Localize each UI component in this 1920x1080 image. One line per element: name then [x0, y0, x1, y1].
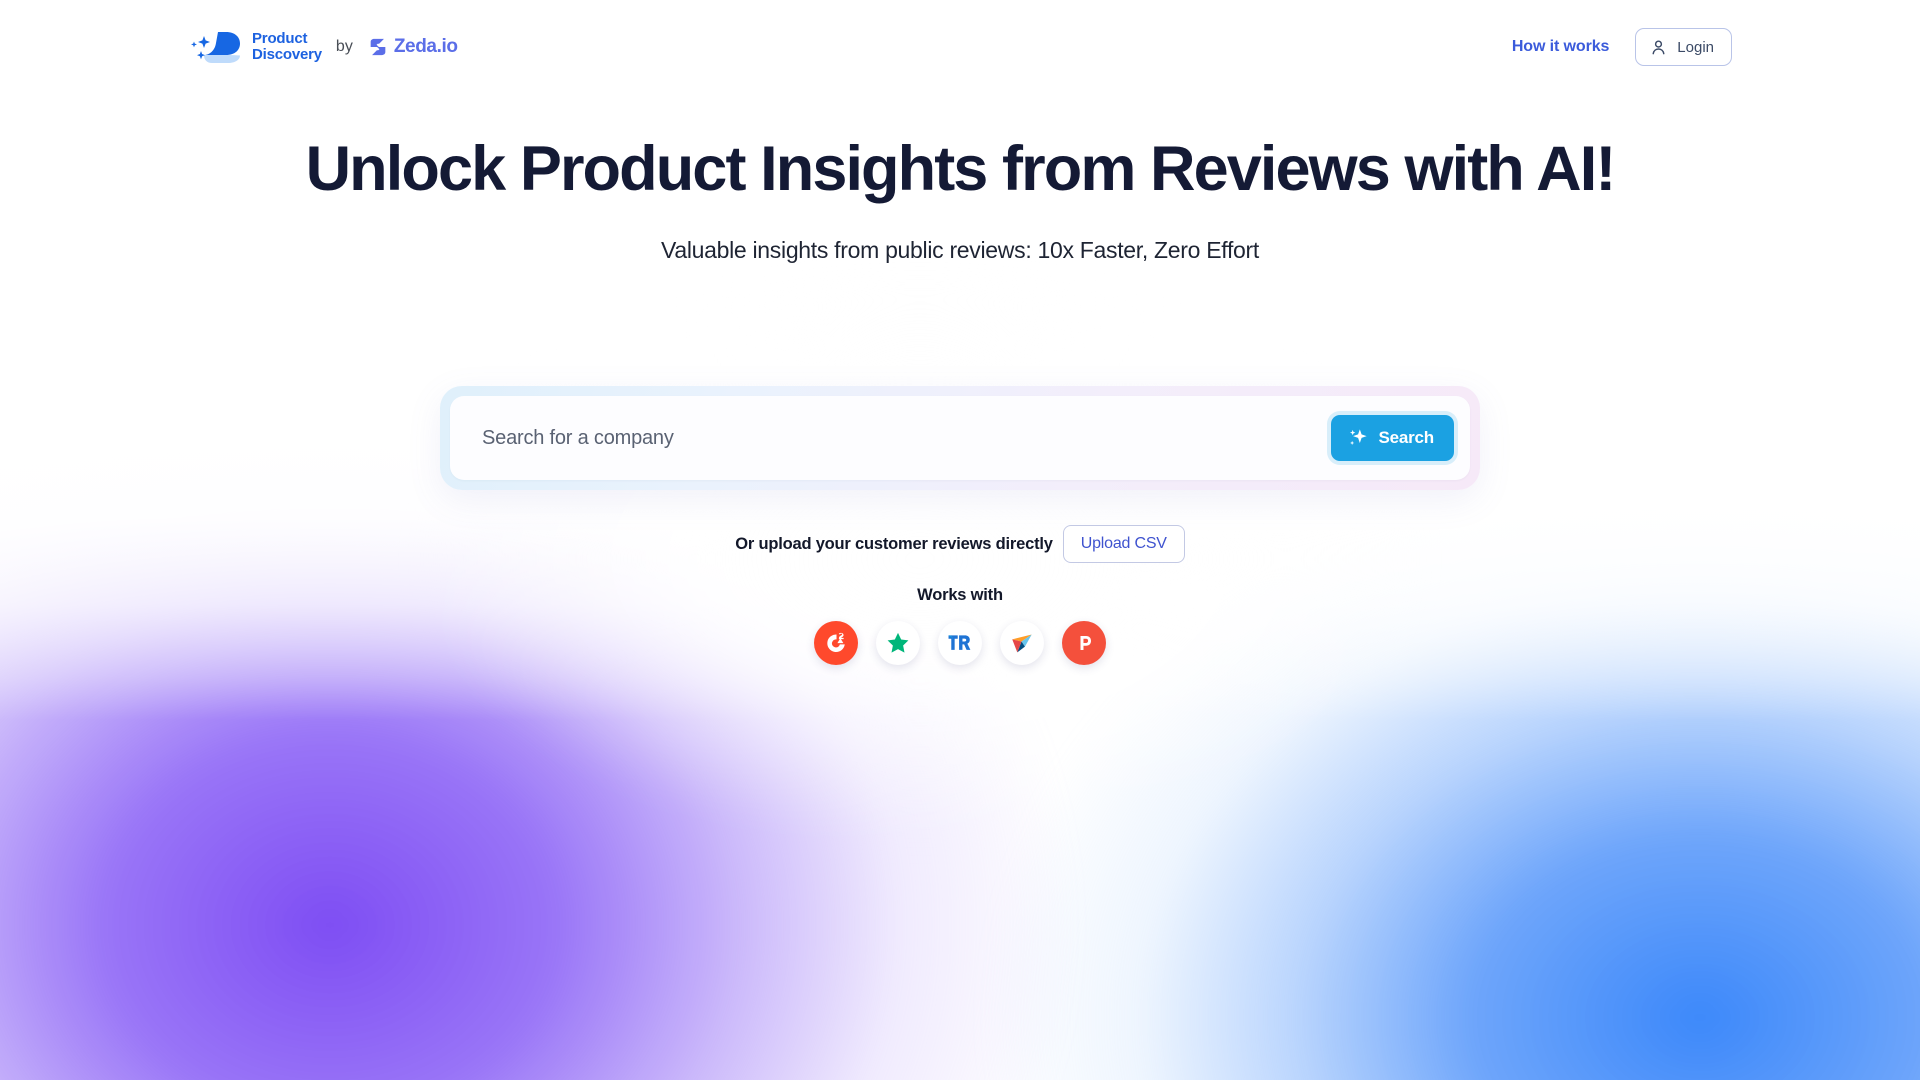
product-discovery-logo[interactable]: Product Discovery — [188, 28, 322, 66]
producthunt-icon — [1080, 636, 1091, 650]
zeda-logo[interactable]: Zeda.io — [367, 36, 458, 58]
platform-logo-row — [814, 621, 1106, 665]
search-button[interactable]: Search — [1331, 415, 1454, 461]
works-with-section: Works with — [0, 586, 1920, 665]
platform-logo-g2[interactable] — [814, 621, 858, 665]
sparkle-icon — [1350, 429, 1368, 445]
site-header: Product Discovery by Zeda.io How it work… — [0, 0, 1920, 94]
user-icon — [1652, 39, 1665, 54]
login-label: Login — [1677, 38, 1714, 56]
login-button[interactable]: Login — [1635, 28, 1732, 66]
brand-line-2: Discovery — [252, 46, 322, 63]
product-discovery-wordmark: Product Discovery — [252, 31, 322, 63]
product-discovery-mark-icon — [191, 32, 240, 63]
brand-line-1: Product — [252, 30, 308, 48]
by-label: by — [335, 38, 353, 55]
zeda-mark-icon — [370, 38, 386, 56]
upload-hint-text: Or upload your customer reviews directly — [735, 534, 1053, 553]
search-box: Search — [450, 396, 1470, 480]
trustradius-icon — [948, 635, 971, 650]
search-panel: Search — [440, 386, 1480, 490]
search-input[interactable] — [482, 426, 1332, 450]
how-it-works-link[interactable]: How it works — [1512, 38, 1610, 56]
search-button-label: Search — [1378, 428, 1434, 447]
platform-logo-capterra[interactable] — [1000, 621, 1044, 665]
hero-section: Unlock Product Insights from Reviews wit… — [0, 138, 1920, 264]
g2-icon — [827, 632, 845, 653]
platform-logo-producthunt[interactable] — [1062, 621, 1106, 665]
trustpilot-icon — [887, 632, 909, 653]
landing-page: Product Discovery by Zeda.io How it work… — [0, 0, 1920, 1080]
platform-logo-trustpilot[interactable] — [876, 621, 920, 665]
upload-row: Or upload your customer reviews directly… — [0, 525, 1920, 563]
header-nav: How it works Login — [1512, 28, 1732, 66]
upload-csv-button[interactable]: Upload CSV — [1062, 525, 1185, 563]
platform-logo-trustradius[interactable] — [938, 621, 982, 665]
brand-lockup[interactable]: Product Discovery by Zeda.io — [188, 28, 458, 66]
page-title: Unlock Product Insights from Reviews wit… — [305, 134, 1617, 204]
zeda-wordmark: Zeda.io — [393, 36, 458, 57]
hero-subtitle: Valuable insights from public reviews: 1… — [661, 237, 1259, 263]
capterra-icon — [1012, 634, 1032, 653]
works-with-label: Works with — [917, 586, 1003, 604]
